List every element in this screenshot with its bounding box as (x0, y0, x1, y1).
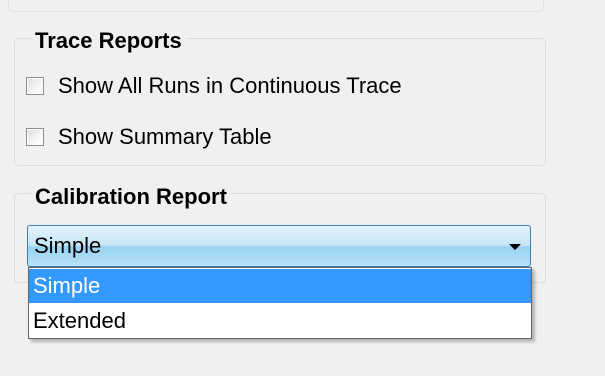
show-summary-table-option[interactable]: Show Summary Table (26, 123, 272, 151)
show-all-runs-label[interactable]: Show All Runs in Continuous Trace (58, 73, 402, 99)
calibration-report-title: Calibration Report (31, 184, 231, 210)
dropdown-option-extended[interactable]: Extended (29, 304, 531, 338)
calibration-report-select[interactable]: Simple (27, 225, 531, 267)
trace-reports-title: Trace Reports (31, 28, 186, 54)
show-all-runs-option[interactable]: Show All Runs in Continuous Trace (26, 72, 402, 100)
calibration-report-selected-value: Simple (34, 233, 102, 258)
show-summary-table-label[interactable]: Show Summary Table (58, 124, 272, 150)
calibration-report-dropdown-list: Simple Extended (28, 267, 532, 339)
show-all-runs-checkbox[interactable] (26, 77, 44, 95)
show-summary-table-checkbox[interactable] (26, 128, 44, 146)
dropdown-option-simple[interactable]: Simple (29, 269, 531, 303)
dropdown-arrow-icon[interactable] (509, 244, 521, 250)
top-panel-edge (8, 0, 544, 12)
